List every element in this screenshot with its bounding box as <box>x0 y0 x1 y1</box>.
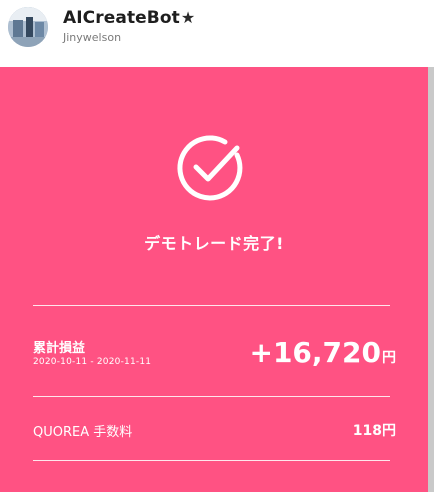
avatar[interactable] <box>8 7 48 47</box>
scrollbar-track[interactable] <box>428 67 434 492</box>
user-handle: Jinywelson <box>63 31 122 44</box>
pl-label: 累計損益 <box>33 341 86 356</box>
divider-bottom <box>33 460 390 461</box>
app-root: AICreateBot★ Jinywelson デモトレード完了! 累計損益 2… <box>0 0 434 492</box>
fee-label: QUOREA 手数料 <box>33 425 133 440</box>
fee-value: 118円 <box>352 423 396 439</box>
star-icon: ★ <box>180 8 196 27</box>
profile-header: AICreateBot★ Jinywelson <box>0 0 434 60</box>
result-title: デモトレード完了! <box>144 234 284 253</box>
avatar-image <box>8 7 48 47</box>
user-name-text: AICreateBot <box>63 8 180 28</box>
date-range: 2020-10-11 - 2020-11-11 <box>33 357 152 367</box>
pl-currency: 円 <box>382 350 396 366</box>
divider-top <box>33 305 390 306</box>
pl-value: +16,720円 <box>249 336 396 369</box>
pl-amount: +16,720 <box>249 336 381 369</box>
check-circle-icon <box>177 135 243 201</box>
divider-middle <box>33 396 390 397</box>
user-name[interactable]: AICreateBot★ <box>63 8 195 28</box>
